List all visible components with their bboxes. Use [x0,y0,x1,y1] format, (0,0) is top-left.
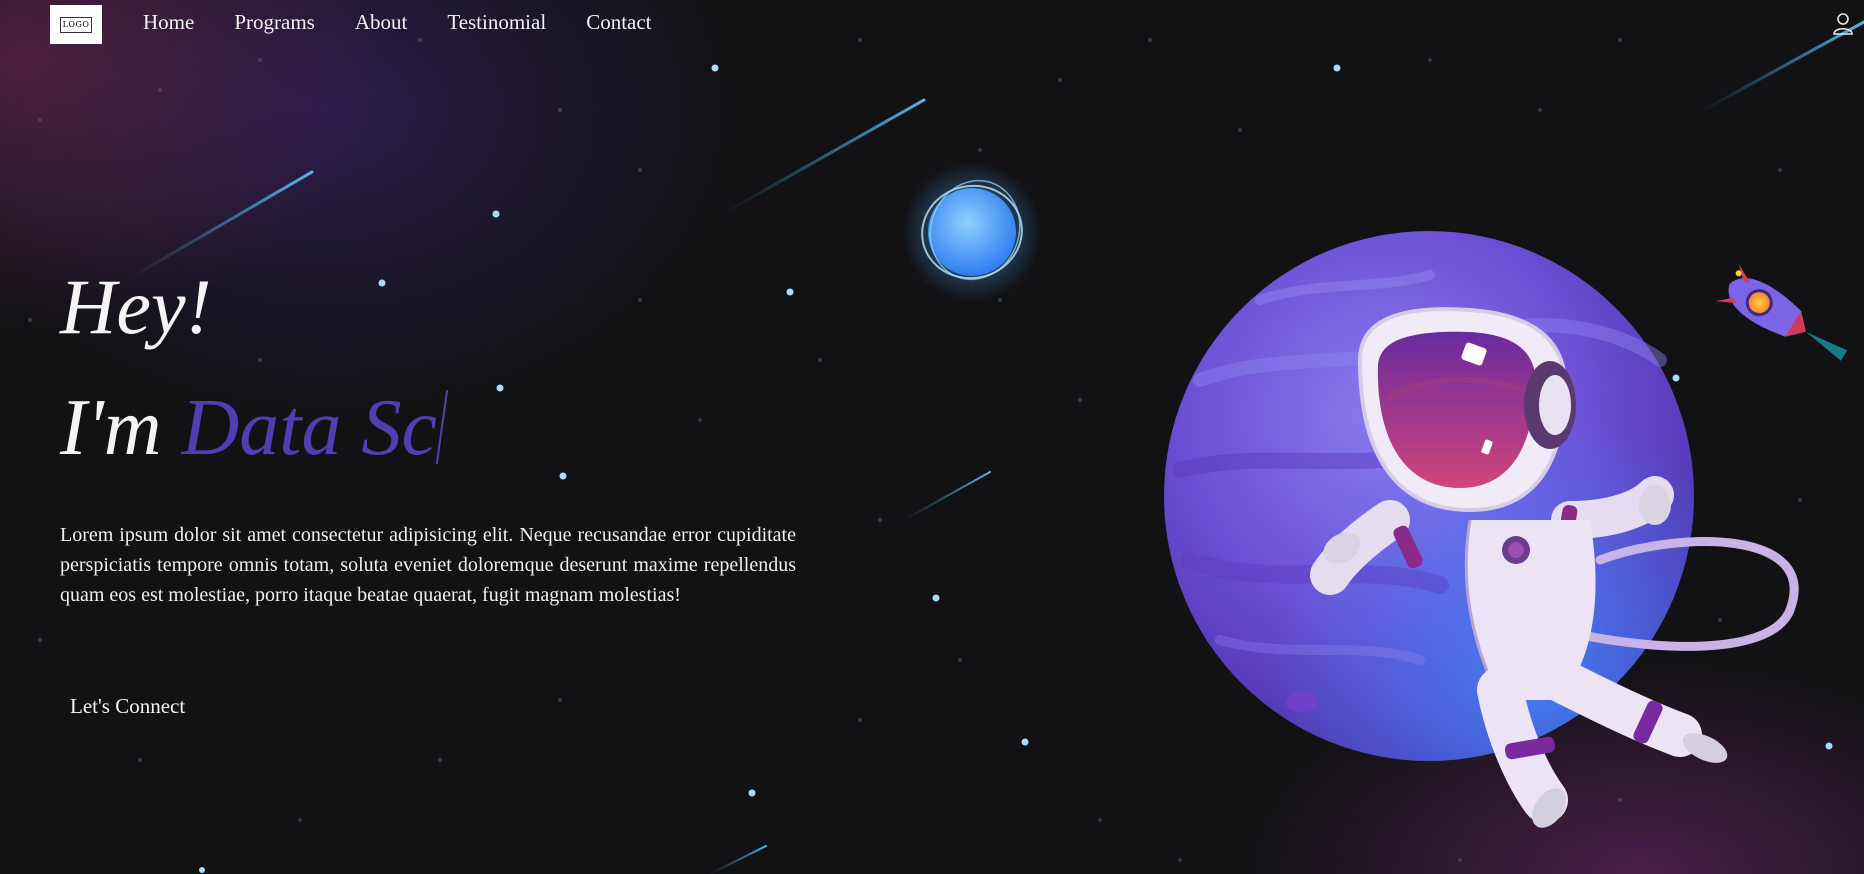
hero-intro: I'm Data Sc [60,388,449,468]
hero-intro-prefix: I'm [60,384,162,472]
nav-link-home[interactable]: Home [143,10,194,35]
user-icon[interactable] [1832,12,1854,36]
hero-greeting: Hey! [60,263,212,350]
page: LOGO Home Programs About Testinomial Con… [0,0,1864,874]
top-navigation: LOGO Home Programs About Testinomial Con… [0,0,1864,48]
shooting-star [709,845,767,874]
nav-link-contact[interactable]: Contact [586,10,651,35]
typed-role-text: Data Sc [181,384,438,472]
nav-link-about[interactable]: About [355,10,408,35]
shooting-star [724,98,926,214]
hero-description: Lorem ipsum dolor sit amet consectetur a… [60,524,796,606]
lets-connect-button[interactable]: Let's Connect [60,694,195,719]
logo-text: LOGO [59,16,93,33]
nav-links: Home Programs About Testinomial Contact [143,10,652,35]
logo[interactable]: LOGO [50,5,102,44]
nav-link-testinomial[interactable]: Testinomial [447,10,546,35]
shooting-star [903,471,991,521]
nav-link-programs[interactable]: Programs [234,10,315,35]
